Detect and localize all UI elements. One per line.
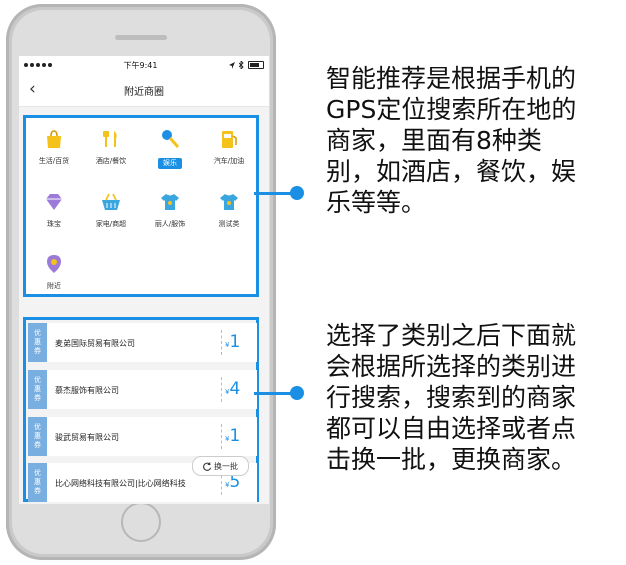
category-label: 酒店/餐饮: [95, 157, 127, 165]
category-item-entertainment[interactable]: 娱乐: [142, 128, 198, 169]
gas-pump-icon: [218, 128, 240, 150]
fork-knife-icon: [100, 128, 122, 150]
coupon-tag: 优惠券: [28, 323, 47, 362]
page-title: 附近商圈: [124, 86, 164, 98]
refresh-icon: [203, 461, 212, 471]
merchant-name: 比心网络科技有限公司|比心网络科技: [55, 479, 186, 488]
location-arrow-icon: [229, 61, 235, 69]
annotation-recommend: 智能推荐是根据手机的 GPS定位搜索所在地的 商家，里面有8种类 别，如酒店，餐…: [326, 64, 577, 217]
coupon-list: 优惠券 麦弟国际贸易有限公司 ¥1 优惠券 慕杰服饰有限公司 ¥4 优惠券 骏武…: [23, 317, 259, 502]
home-button[interactable]: [121, 502, 161, 542]
category-label: 测试类: [218, 220, 240, 228]
dashed-divider: [221, 330, 222, 355]
category-label: 家电/商超: [95, 220, 127, 228]
callout-dot-2: [290, 386, 304, 400]
category-item-test[interactable]: 测试类: [201, 191, 257, 229]
phone-speaker: [115, 35, 167, 40]
merchant-name: 骏武贸易有限公司: [55, 433, 119, 442]
status-right: [229, 61, 264, 69]
dashed-divider: [221, 377, 222, 402]
coupon-row[interactable]: 优惠券 慕杰服饰有限公司 ¥4: [28, 370, 257, 409]
coupon-value: ¥1: [225, 426, 241, 446]
category-item-beauty[interactable]: 丽人/服饰: [142, 191, 198, 229]
category-label: 生活/百货: [38, 157, 70, 165]
phone-frame: 下午9:41 ‹ 附近商圈 生活/百货 酒店/餐饮 娱乐 汽车/加油 珠宝 家电…: [6, 4, 276, 560]
category-item-appliance[interactable]: 家电/商超: [83, 191, 139, 229]
coupon-tag: 优惠券: [28, 417, 47, 456]
status-time: 下午9:41: [123, 60, 158, 70]
category-label: 汽车/加油: [213, 157, 245, 165]
coupon-value: ¥1: [225, 332, 241, 352]
category-label: 附近: [47, 282, 61, 290]
bluetooth-icon: [239, 61, 244, 69]
app-screen: 下午9:41 ‹ 附近商圈 生活/百货 酒店/餐饮 娱乐 汽车/加油 珠宝 家电…: [19, 56, 269, 504]
category-grid: 生活/百货 酒店/餐饮 娱乐 汽车/加油 珠宝 家电/商超 丽人/服饰 测试类 …: [23, 115, 259, 297]
merchant-name: 慕杰服饰有限公司: [55, 386, 119, 395]
swap-batch-label: 换一批: [214, 461, 238, 471]
swap-batch-button[interactable]: 换一批: [192, 456, 249, 476]
microphone-icon: [159, 128, 181, 150]
battery-icon: [248, 61, 264, 69]
diamond-icon: [43, 191, 65, 213]
category-label: 丽人/服饰: [154, 220, 186, 228]
coupon-value: ¥4: [225, 379, 241, 399]
category-label: 珠宝: [47, 220, 61, 228]
signal-dots-icon: [24, 63, 52, 67]
coupon-row[interactable]: 优惠券 麦弟国际贸易有限公司 ¥1: [28, 323, 257, 362]
category-item-jewelry[interactable]: 珠宝: [26, 191, 82, 229]
shopping-bag-icon: [43, 128, 65, 150]
callout-dot-1: [290, 186, 304, 200]
category-item-dining[interactable]: 酒店/餐饮: [83, 128, 139, 166]
tshirt-icon: [159, 191, 181, 213]
location-pin-icon: [43, 253, 65, 275]
category-label-active: 娱乐: [158, 158, 182, 169]
tshirt-icon: [218, 191, 240, 213]
status-bar: 下午9:41: [19, 56, 269, 74]
category-item-car[interactable]: 汽车/加油: [201, 128, 257, 166]
merchant-name: 麦弟国际贸易有限公司: [55, 339, 135, 348]
category-item-life[interactable]: 生活/百货: [26, 128, 82, 166]
back-icon[interactable]: ‹: [29, 79, 36, 99]
category-item-nearby[interactable]: 附近: [26, 253, 82, 291]
coupon-tag: 优惠券: [28, 370, 47, 409]
annotation-search: 选择了类别之后下面就 会根据所选择的类别进 行搜索，搜索到的商家 都可以自由选择…: [326, 321, 577, 474]
nav-bar: ‹ 附近商圈: [19, 74, 269, 107]
coupon-tag: 优惠券: [28, 463, 47, 502]
coupon-row[interactable]: 优惠券 骏武贸易有限公司 ¥1: [28, 417, 257, 456]
dashed-divider: [221, 424, 222, 449]
shopping-basket-icon: [100, 191, 122, 213]
